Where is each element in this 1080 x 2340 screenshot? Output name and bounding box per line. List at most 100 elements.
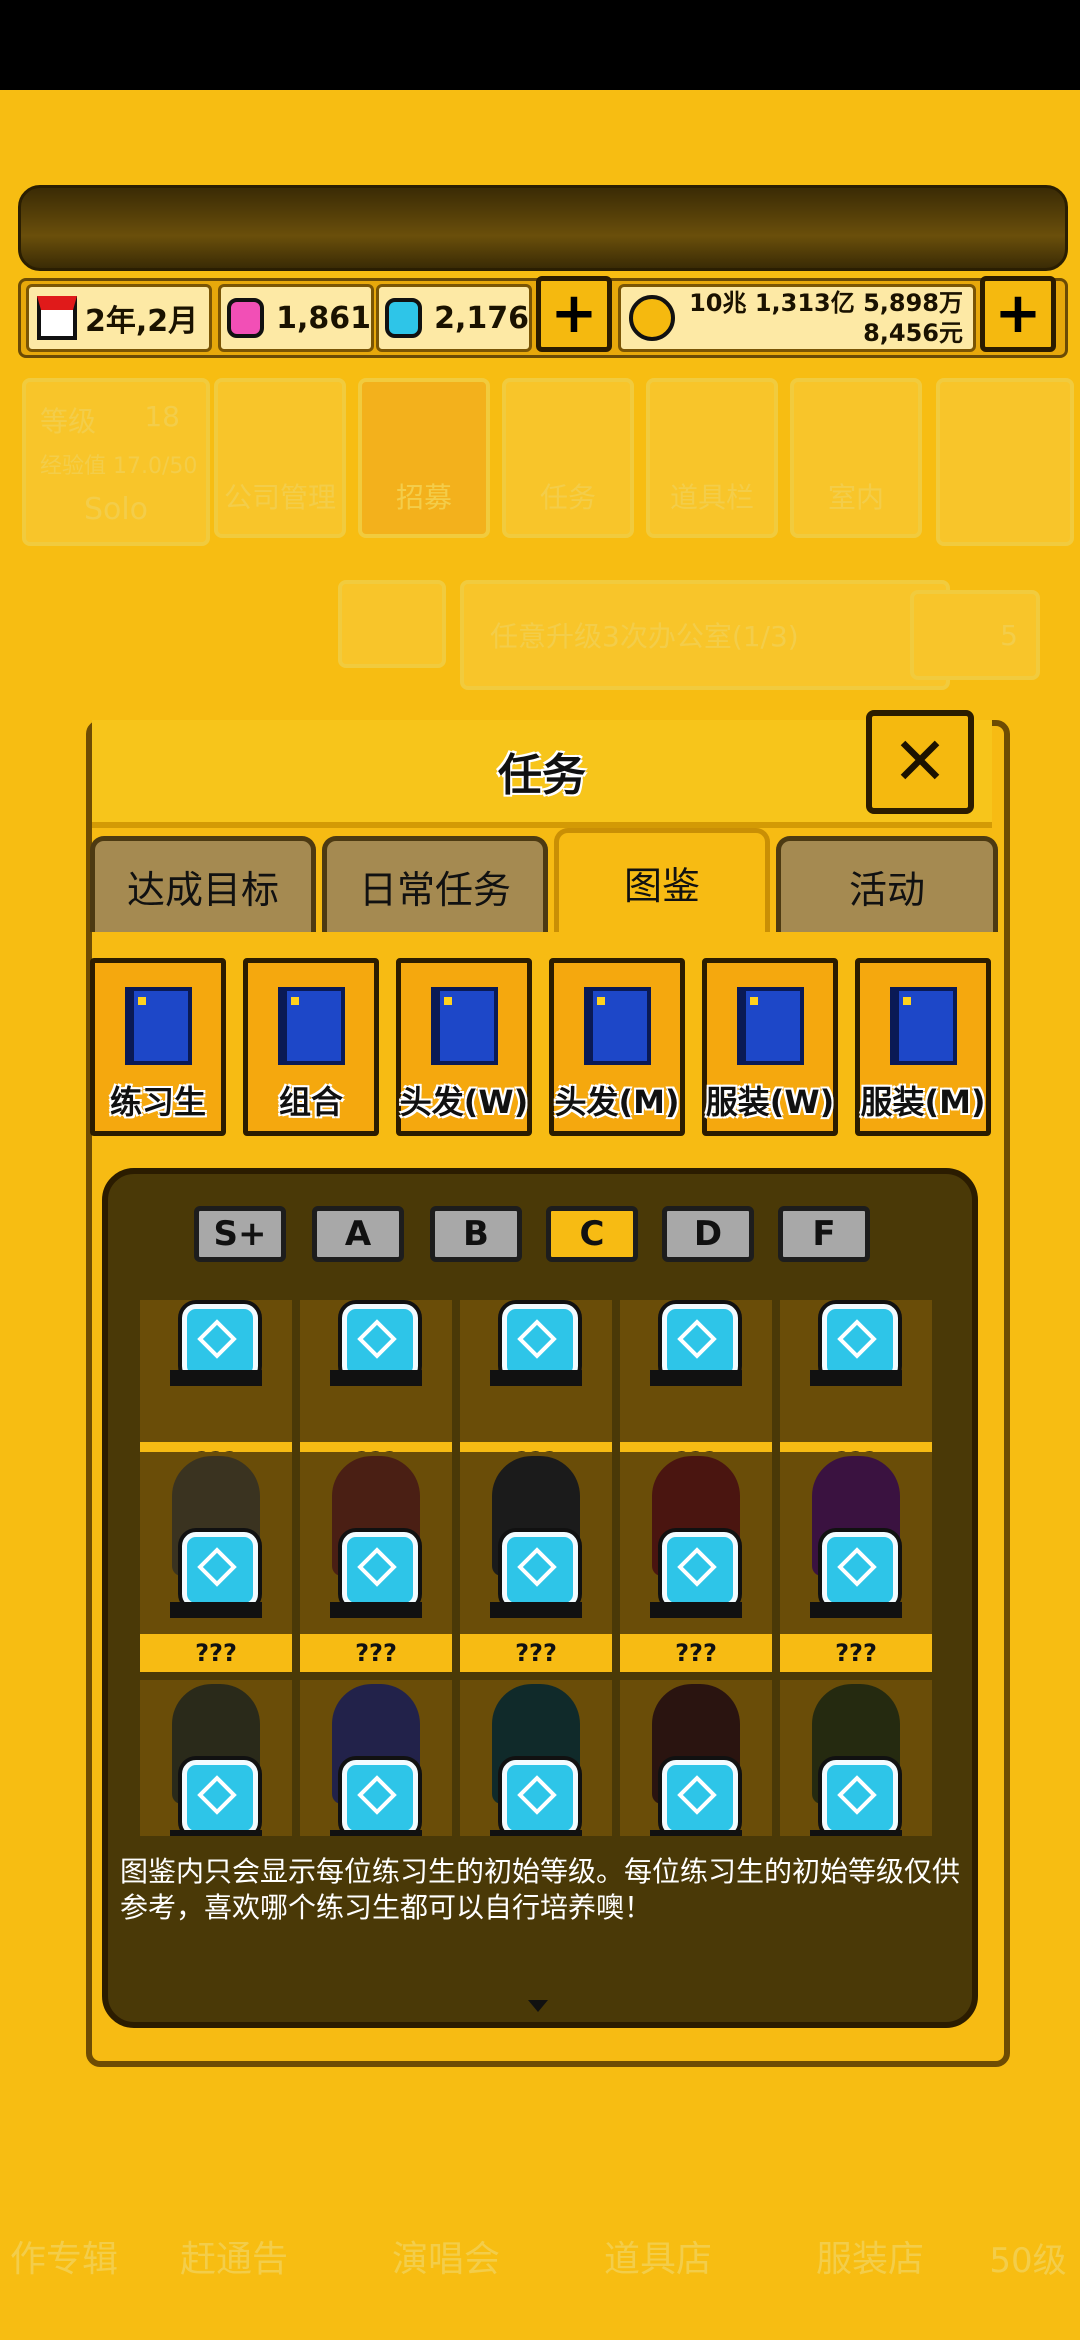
trainee-card[interactable] [460, 1680, 612, 1836]
pink-gem-icon [227, 298, 265, 338]
trainee-silhouette [330, 1370, 422, 1386]
tab-events[interactable]: 活动 [776, 836, 998, 932]
trainee-silhouette [170, 1370, 262, 1386]
quest-banner[interactable]: 任意升级3次办公室(1/3) [460, 580, 950, 690]
add-gems-button[interactable]: + [536, 276, 612, 352]
pink-gem-count: 1,861 [276, 300, 371, 336]
category-trainee[interactable]: 练习生 [90, 958, 226, 1136]
nav-clothing-shop[interactable]: 服装店 [764, 2060, 976, 2340]
trainee-card[interactable]: ??? [780, 1452, 932, 1672]
trainee-card[interactable] [300, 1680, 452, 1836]
blue-gem-icon [385, 298, 423, 338]
locked-gem-icon [342, 1532, 418, 1608]
trainee-name-label: ??? [780, 1634, 932, 1672]
menu-inventory[interactable]: 道具栏 [646, 378, 778, 538]
calendar-icon [37, 296, 77, 340]
locked-gem-icon [502, 1760, 578, 1836]
tab-daily-tasks[interactable]: 日常任务 [322, 836, 548, 932]
book-icon [583, 987, 651, 1065]
locked-gem-icon [822, 1760, 898, 1836]
grade-a-button[interactable]: A [312, 1206, 404, 1262]
nav-level-50[interactable]: 50级 [976, 2060, 1080, 2340]
locked-gem-icon [662, 1760, 738, 1836]
category-hair-w[interactable]: 头发(W) [396, 958, 532, 1136]
menu-company[interactable]: 公司管理 [214, 378, 346, 538]
nav-concert[interactable]: 演唱会 [340, 2060, 552, 2340]
tab-collection[interactable]: 图鉴 [554, 828, 770, 932]
trainee-card[interactable]: ??? [460, 1452, 612, 1672]
trainee-card[interactable]: ??? [300, 1452, 452, 1672]
locked-gem-icon [502, 1532, 578, 1608]
trainee-name-label: ??? [460, 1634, 612, 1672]
locked-gem-icon [342, 1304, 418, 1380]
trainee-silhouette [170, 1602, 262, 1618]
book-icon [430, 987, 498, 1065]
group-name: Solo [83, 492, 149, 527]
trainee-name-label: ??? [140, 1634, 292, 1672]
book-icon [277, 987, 345, 1065]
menu-interior[interactable]: 室内 [790, 378, 922, 538]
blue-gem-box: 2,176 [376, 284, 532, 352]
quest-alert-icon [338, 580, 446, 668]
category-hair-m[interactable]: 头发(M) [549, 958, 685, 1136]
menu-tasks[interactable]: 任务 [502, 378, 634, 538]
trainee-card[interactable] [780, 1680, 932, 1836]
trainee-grid: ?????????????????????????????? [140, 1300, 940, 1836]
trainee-card[interactable]: ??? [140, 1452, 292, 1672]
book-icon [736, 987, 804, 1065]
trainee-silhouette [490, 1370, 582, 1386]
quest-reward-value: 5 [1000, 618, 1018, 652]
blue-gem-count: 2,176 [434, 300, 529, 336]
bottom-nav: 作专辑 赶通告 演唱会 道具店 服装店 50级 [0, 2060, 1080, 2340]
nav-album[interactable]: 作专辑 [0, 2060, 128, 2340]
locked-gem-icon [182, 1304, 258, 1380]
category-outfit-w[interactable]: 服装(W) [702, 958, 838, 1136]
trainee-card[interactable] [140, 1680, 292, 1836]
grade-d-button[interactable]: D [662, 1206, 754, 1262]
status-bar [0, 0, 1080, 90]
book-icon [124, 987, 192, 1065]
grade-f-button[interactable]: F [778, 1206, 870, 1262]
grade-s-plus-button[interactable]: S+ [194, 1206, 286, 1262]
tab-achievements[interactable]: 达成目标 [90, 836, 316, 932]
trainee-silhouette [330, 1602, 422, 1618]
trainee-silhouette [810, 1370, 902, 1386]
trainee-silhouette [810, 1602, 902, 1618]
locked-gem-icon [182, 1760, 258, 1836]
trainee-silhouette [650, 1602, 742, 1618]
money-box: 10兆 1,313亿 5,898万 8,456元 [618, 284, 976, 352]
trainee-silhouette [330, 1830, 422, 1836]
dialog-title: 任务 [498, 750, 586, 801]
trainee-card[interactable] [620, 1680, 772, 1836]
date-box: 2年,2月 [26, 284, 212, 352]
locked-gem-icon [822, 1304, 898, 1380]
trainee-silhouette [490, 1830, 582, 1836]
top-banner [18, 185, 1068, 271]
dialog-title-bar: 任务 [92, 720, 992, 828]
category-outfit-m[interactable]: 服装(M) [855, 958, 991, 1136]
locked-gem-icon [502, 1304, 578, 1380]
level-panel: 等级 18 经验值 17.0/50 Solo [22, 378, 210, 546]
menu-recruit[interactable]: 招募 [358, 378, 490, 538]
category-group[interactable]: 组合 [243, 958, 379, 1136]
money-line2: 8,456元 [863, 319, 963, 347]
add-money-button[interactable]: + [980, 276, 1056, 352]
trainee-silhouette [170, 1830, 262, 1836]
trainee-silhouette [810, 1830, 902, 1836]
nav-schedule[interactable]: 赶通告 [128, 2060, 340, 2340]
grade-c-button[interactable]: C [546, 1206, 638, 1262]
book-icon [889, 987, 957, 1065]
grade-b-button[interactable]: B [430, 1206, 522, 1262]
nav-item-shop[interactable]: 道具店 [552, 2060, 764, 2340]
locked-gem-icon [662, 1532, 738, 1608]
money-line1: 10兆 1,313亿 5,898万 [689, 289, 963, 317]
date-value: 2年,2月 [85, 304, 199, 339]
locked-gem-icon [822, 1532, 898, 1608]
exp-label: 经验值 17.0/50 [40, 454, 198, 479]
level-value: 18 [144, 400, 180, 433]
close-button[interactable]: ✕ [866, 710, 974, 814]
trainee-card[interactable]: ??? [620, 1452, 772, 1672]
mail-icon[interactable] [936, 378, 1074, 546]
locked-gem-icon [182, 1532, 258, 1608]
trainee-silhouette [650, 1370, 742, 1386]
